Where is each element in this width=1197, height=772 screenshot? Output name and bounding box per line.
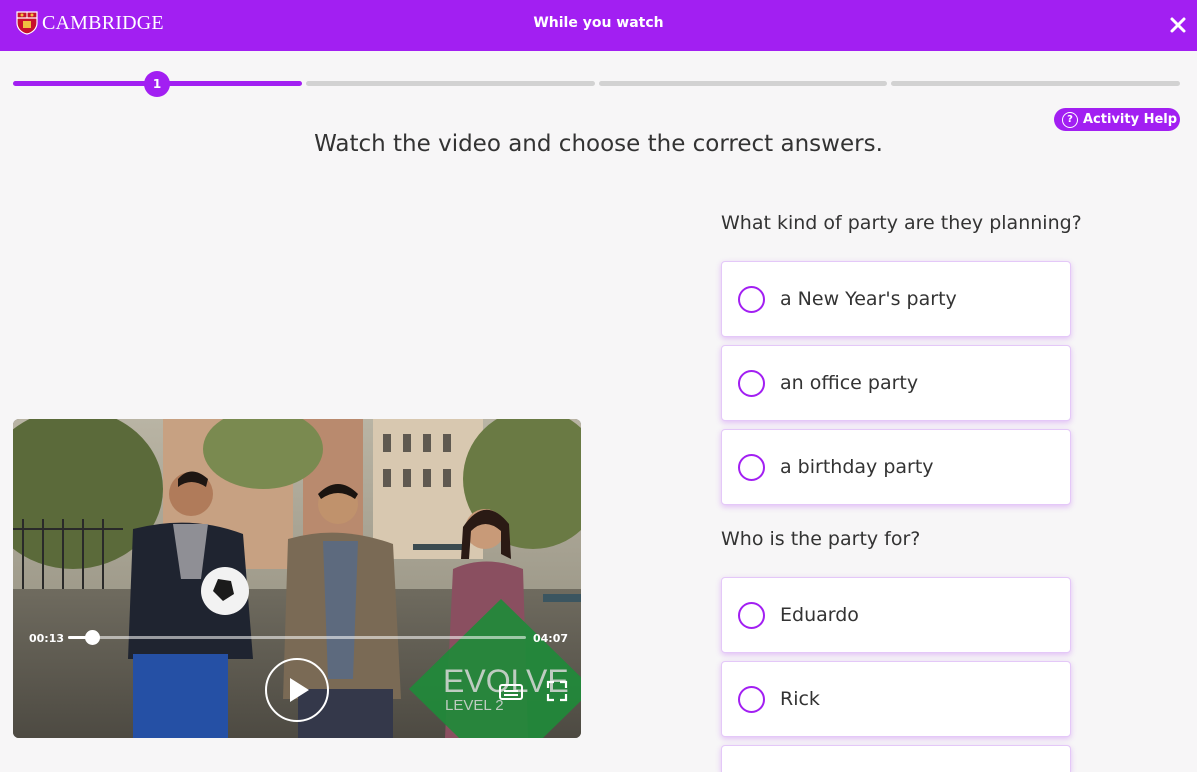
answer-option[interactable]: a New Year's party: [721, 261, 1071, 337]
radio-button[interactable]: [738, 454, 765, 481]
captions-icon: [499, 684, 523, 700]
page-title: While you watch: [533, 15, 664, 31]
radio-button[interactable]: [738, 286, 765, 313]
top-bar: CAMBRIDGE While you watch: [0, 0, 1197, 51]
answer-option[interactable]: Rick: [721, 661, 1071, 737]
answer-option-partial[interactable]: [721, 745, 1071, 772]
progress-segment-4: [891, 81, 1180, 86]
answer-option[interactable]: an office party: [721, 345, 1071, 421]
progress-segment-3: [599, 81, 887, 86]
question-1-text: What kind of party are they planning?: [721, 212, 1082, 234]
play-icon: [290, 678, 309, 702]
radio-button[interactable]: [738, 602, 765, 629]
video-player[interactable]: EVOLVE LEVEL 2 00:13 04:07: [13, 419, 581, 738]
captions-button[interactable]: [498, 682, 524, 702]
fullscreen-button[interactable]: [546, 680, 568, 702]
activity-help-button[interactable]: ? Activity Help: [1054, 108, 1180, 131]
play-button[interactable]: [265, 658, 329, 722]
answer-option[interactable]: a birthday party: [721, 429, 1071, 505]
question-circle-icon: ?: [1062, 111, 1078, 128]
option-label: a New Year's party: [780, 288, 957, 310]
option-label: Eduardo: [780, 604, 859, 626]
activity-help-label: Activity Help: [1083, 112, 1178, 127]
step-progress: 1: [13, 71, 1180, 97]
progress-segment-2: [306, 81, 595, 86]
instruction-heading: Watch the video and choose the correct a…: [314, 131, 883, 157]
fullscreen-icon: [546, 680, 568, 702]
answer-option[interactable]: Eduardo: [721, 577, 1071, 653]
close-icon: [1170, 17, 1186, 33]
option-label: an office party: [780, 372, 919, 394]
close-button[interactable]: [1168, 15, 1188, 35]
question-2-text: Who is the party for?: [721, 528, 921, 550]
current-time: 00:13: [29, 632, 65, 645]
option-label: Rick: [780, 688, 820, 710]
radio-button[interactable]: [738, 686, 765, 713]
level-watermark: LEVEL 2: [445, 697, 504, 714]
option-label: a birthday party: [780, 456, 934, 478]
duration-time: 04:07: [533, 632, 569, 645]
seek-bar[interactable]: [68, 636, 526, 639]
seek-handle[interactable]: [85, 630, 100, 645]
step-badge: 1: [144, 71, 170, 97]
radio-button[interactable]: [738, 370, 765, 397]
